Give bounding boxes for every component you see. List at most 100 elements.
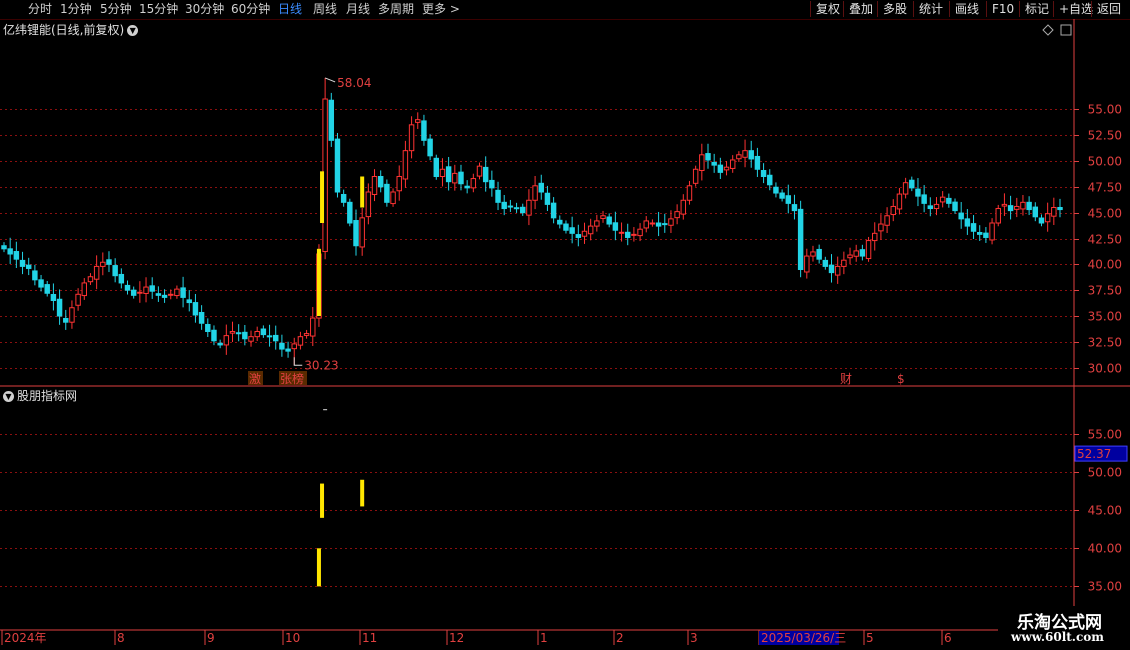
candle-body — [606, 216, 612, 225]
diamond-icon[interactable] — [1042, 24, 1054, 36]
candle-body — [359, 217, 365, 248]
candle-body — [93, 265, 100, 280]
candle-body — [168, 293, 174, 296]
candle-body — [377, 176, 384, 188]
indicator-tick-label: 45.00 — [1088, 504, 1122, 518]
price-tick-label: 30.00 — [1088, 362, 1122, 376]
candle-body — [557, 219, 563, 225]
candle-body — [81, 282, 88, 297]
candle-body — [63, 317, 69, 323]
chart-canvas[interactable]: 55.00 52.50 50.00 47.50 45.00 42.50 40.00 37.50… — [0, 0, 1130, 650]
event-marker-3: $ — [897, 372, 905, 386]
price-tick-label: 47.50 — [1088, 181, 1122, 195]
candle-body — [680, 199, 687, 215]
candle-body — [482, 166, 489, 183]
candle-body — [229, 331, 236, 334]
candle-body — [668, 218, 674, 226]
candle-body — [192, 302, 199, 316]
candle-body — [235, 332, 242, 335]
candle-body — [384, 183, 390, 203]
candle-body — [260, 328, 267, 336]
candle-body — [896, 193, 903, 210]
candle-body — [285, 348, 291, 352]
candle-body — [569, 227, 575, 234]
candle-body — [353, 220, 359, 247]
event-marker-2: 财 — [840, 372, 852, 386]
candle-body — [415, 119, 421, 123]
date-label: 5 — [866, 631, 874, 645]
candle-body — [748, 150, 754, 160]
candle-body — [433, 157, 440, 178]
candle-body — [976, 232, 983, 235]
date-label: 2 — [616, 631, 624, 645]
candle-body — [180, 287, 186, 298]
high-price-label: 58.04 — [337, 76, 371, 90]
candle-body — [550, 202, 557, 219]
candle-body — [56, 298, 63, 317]
candle-body — [729, 159, 736, 169]
candle-body — [396, 176, 402, 192]
candle-body — [834, 265, 841, 276]
candle-body — [513, 207, 520, 210]
watermark-url: www.60lt.com — [1011, 630, 1104, 644]
candle-body — [421, 120, 427, 141]
candle-body — [242, 331, 248, 340]
candle-body — [149, 285, 155, 292]
candle-body — [594, 220, 600, 227]
candle-body — [754, 155, 761, 170]
candle-body — [952, 201, 958, 212]
candle-body — [655, 222, 662, 227]
candle-body — [19, 259, 26, 267]
candle-body — [890, 205, 896, 216]
candle-body — [25, 264, 32, 269]
candle-body — [649, 222, 656, 225]
date-label: 2024年 — [4, 631, 47, 645]
indicator-bar — [360, 479, 365, 507]
candle-body — [489, 179, 495, 189]
candle-body — [520, 206, 526, 214]
date-label: 1 — [540, 631, 548, 645]
candle-body — [211, 329, 217, 342]
candle-body — [699, 154, 705, 172]
candle-body — [118, 273, 125, 284]
candle-body — [927, 205, 934, 210]
price-tick-label: 52.50 — [1088, 129, 1122, 143]
price-tick-label: 32.50 — [1088, 336, 1122, 350]
signal-bar — [316, 248, 321, 316]
candle-body — [804, 255, 810, 273]
candle-body — [75, 293, 81, 306]
candle-body — [909, 179, 915, 189]
indicator-bar — [316, 548, 321, 587]
event-marker-1: 张榜 — [280, 371, 304, 386]
candle-body — [112, 265, 118, 277]
candle-body — [773, 186, 779, 194]
candle-body — [50, 294, 57, 301]
candle-body — [618, 231, 625, 234]
candle-body — [1032, 206, 1039, 218]
candle-body — [643, 220, 649, 229]
candle-body — [983, 232, 989, 238]
candle-body — [674, 211, 680, 219]
candle-body — [371, 176, 378, 195]
candle-body — [408, 124, 415, 152]
candle-body — [711, 161, 717, 166]
candle-body — [810, 251, 816, 257]
candle-body — [742, 150, 748, 158]
panel-toggle-icon[interactable] — [1060, 24, 1072, 36]
candle-body — [452, 172, 458, 184]
candle-body — [130, 289, 137, 296]
candle-body — [853, 250, 859, 257]
candle-body — [303, 333, 310, 336]
candle-body — [723, 166, 730, 171]
candle-body — [464, 185, 470, 189]
candle-body — [538, 182, 544, 193]
candle-body — [458, 171, 464, 185]
candle-body — [470, 178, 477, 189]
candle-body — [989, 222, 995, 241]
candle-body — [532, 185, 538, 201]
date-label: 6 — [944, 631, 952, 645]
candle-body — [1001, 203, 1008, 207]
candle-body — [143, 286, 149, 294]
candle-body — [662, 223, 668, 226]
candle-body — [797, 208, 804, 270]
